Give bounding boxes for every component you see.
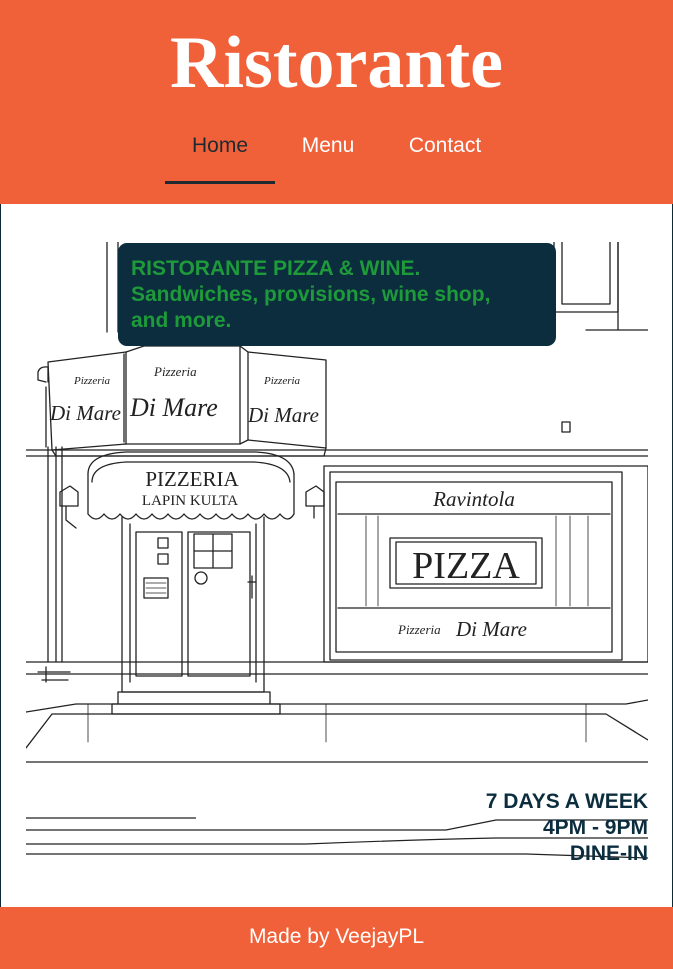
site-footer: Made by VeejayPL	[0, 907, 673, 969]
nav-link-menu[interactable]: Menu	[285, 130, 371, 184]
window-text-pizzeria: Pizzeria	[397, 622, 441, 637]
sign-text-right-script: Di Mare	[247, 403, 319, 427]
nav-link-contact[interactable]: Contact	[391, 130, 499, 184]
promo-line: and more.	[131, 309, 232, 332]
window-text-di-mare: Di Mare	[455, 617, 527, 641]
footer-credit: Made by VeejayPL	[248, 925, 425, 948]
sign-text-left-script: Di Mare	[49, 401, 121, 425]
awning-text-lapin-kulta: LAPIN KULTA	[142, 493, 238, 509]
sign-text-left-small: Pizzeria	[73, 375, 111, 387]
entrance-door	[111, 516, 281, 715]
promo-banner: RISTORANTE PIZZA & WINE. Sandwiches, pro…	[118, 243, 556, 346]
promo-line: Sandwiches, provisions, wine shop,	[131, 283, 491, 306]
opening-hours: 7 DAYS A WEEK 4PM - 9PM DINE-IN	[328, 789, 648, 867]
hours-service: DINE-IN	[569, 842, 648, 865]
hours-days: 7 DAYS A WEEK	[485, 790, 648, 813]
site-header: Ristorante Home Menu Contact	[0, 0, 673, 204]
promo-line: RISTORANTE PIZZA & WINE.	[131, 257, 421, 280]
window-text-pizza: PIZZA	[412, 545, 520, 587]
sign-text-center-script: Di Mare	[129, 393, 218, 422]
hours-time: 4PM - 9PM	[542, 816, 648, 839]
window-text-ravintola: Ravintola	[432, 487, 515, 511]
site-title: Ristorante	[170, 22, 503, 104]
awning-text-pizzeria: PIZZERIA	[145, 467, 239, 491]
main-nav: Home Menu Contact	[0, 130, 673, 190]
sidewalk	[26, 661, 648, 763]
sign-text-right-small: Pizzeria	[263, 375, 301, 387]
nav-link-home[interactable]: Home	[165, 130, 275, 184]
sign-text-center-small: Pizzeria	[153, 364, 197, 379]
